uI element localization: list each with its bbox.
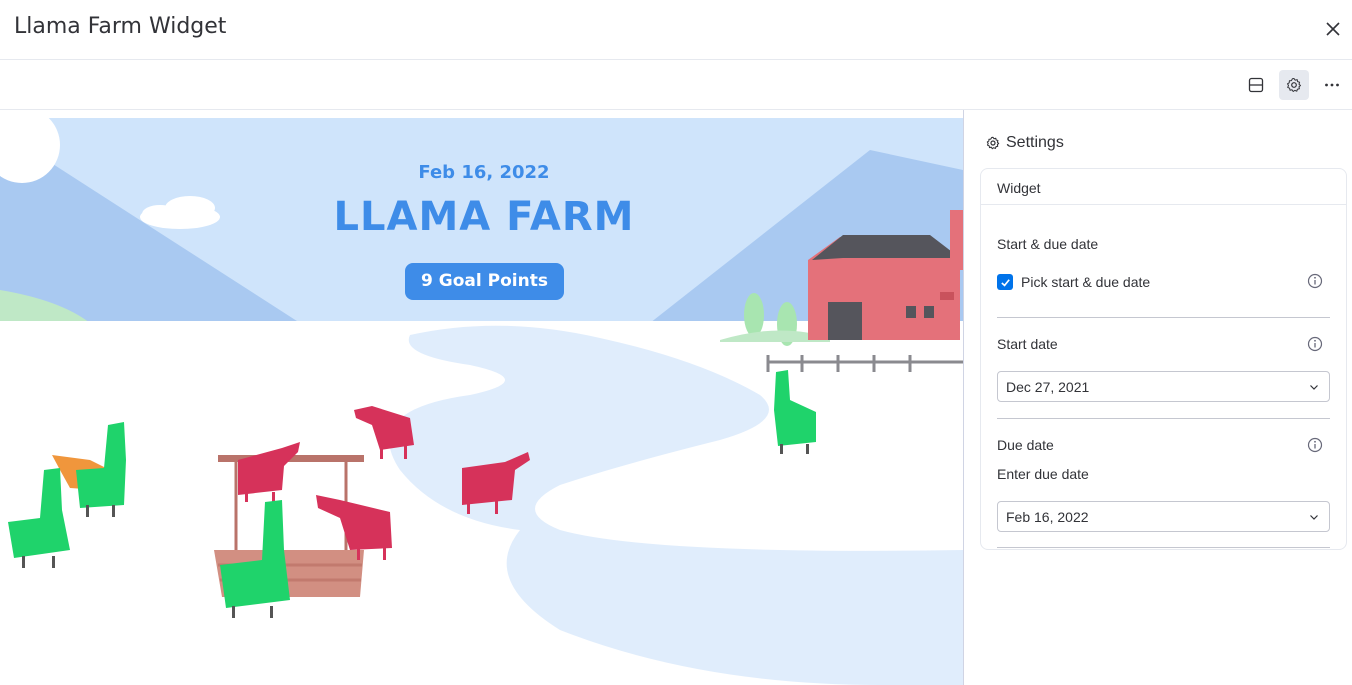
info-icon[interactable] (1307, 336, 1323, 352)
widget-toolbar (0, 60, 1352, 110)
divider (997, 547, 1330, 548)
start-due-label: Start & due date (997, 236, 1099, 252)
settings-panel: Settings Widget Start & due date Pick st… (964, 110, 1352, 685)
divider (997, 317, 1330, 318)
tree (744, 293, 764, 337)
gear-icon (1287, 78, 1301, 92)
llama-farm-canvas: Feb 16, 2022 LLAMA FARM 9 Goal Points (0, 110, 963, 685)
check-icon (1000, 278, 1010, 287)
goal-points-badge: 9 Goal Points (405, 263, 564, 300)
pick-start-due-checkbox-row[interactable]: Pick start & due date (997, 274, 1150, 290)
farm-title: LLAMA FARM (333, 194, 635, 240)
more-horizontal-icon (1325, 83, 1339, 87)
settings-title: Settings (1006, 134, 1064, 151)
chevron-down-icon (1310, 385, 1318, 390)
layout-icon (1248, 77, 1264, 93)
due-date-value: Feb 16, 2022 (1006, 509, 1089, 525)
due-date-hint: Enter due date (997, 466, 1089, 482)
divider (997, 418, 1330, 419)
window-title: Llama Farm Widget (14, 14, 227, 39)
more-button[interactable] (1317, 70, 1347, 100)
close-button[interactable] (1318, 14, 1348, 44)
due-date-label: Due date (997, 437, 1054, 453)
start-date-label: Start date (997, 336, 1058, 352)
settings-button[interactable] (1279, 70, 1309, 100)
layout-button[interactable] (1241, 70, 1271, 100)
info-icon[interactable] (1307, 273, 1323, 289)
gear-icon (986, 136, 1000, 150)
info-icon[interactable] (1307, 437, 1323, 453)
farm-date: Feb 16, 2022 (418, 162, 550, 183)
window-header: Llama Farm Widget (0, 0, 1352, 60)
close-icon (1326, 22, 1340, 36)
widget-settings-card: Widget Start & due date Pick start & due… (980, 168, 1347, 550)
card-title: Widget (981, 169, 1346, 205)
pick-start-due-checkbox[interactable] (997, 274, 1013, 290)
due-date-select[interactable]: Feb 16, 2022 (997, 501, 1330, 532)
settings-heading: Settings (986, 134, 1064, 152)
pick-start-due-label: Pick start & due date (1021, 274, 1151, 290)
chevron-down-icon (1310, 515, 1318, 520)
start-date-select[interactable]: Dec 27, 2021 (997, 371, 1330, 402)
start-date-value: Dec 27, 2021 (1006, 379, 1090, 395)
